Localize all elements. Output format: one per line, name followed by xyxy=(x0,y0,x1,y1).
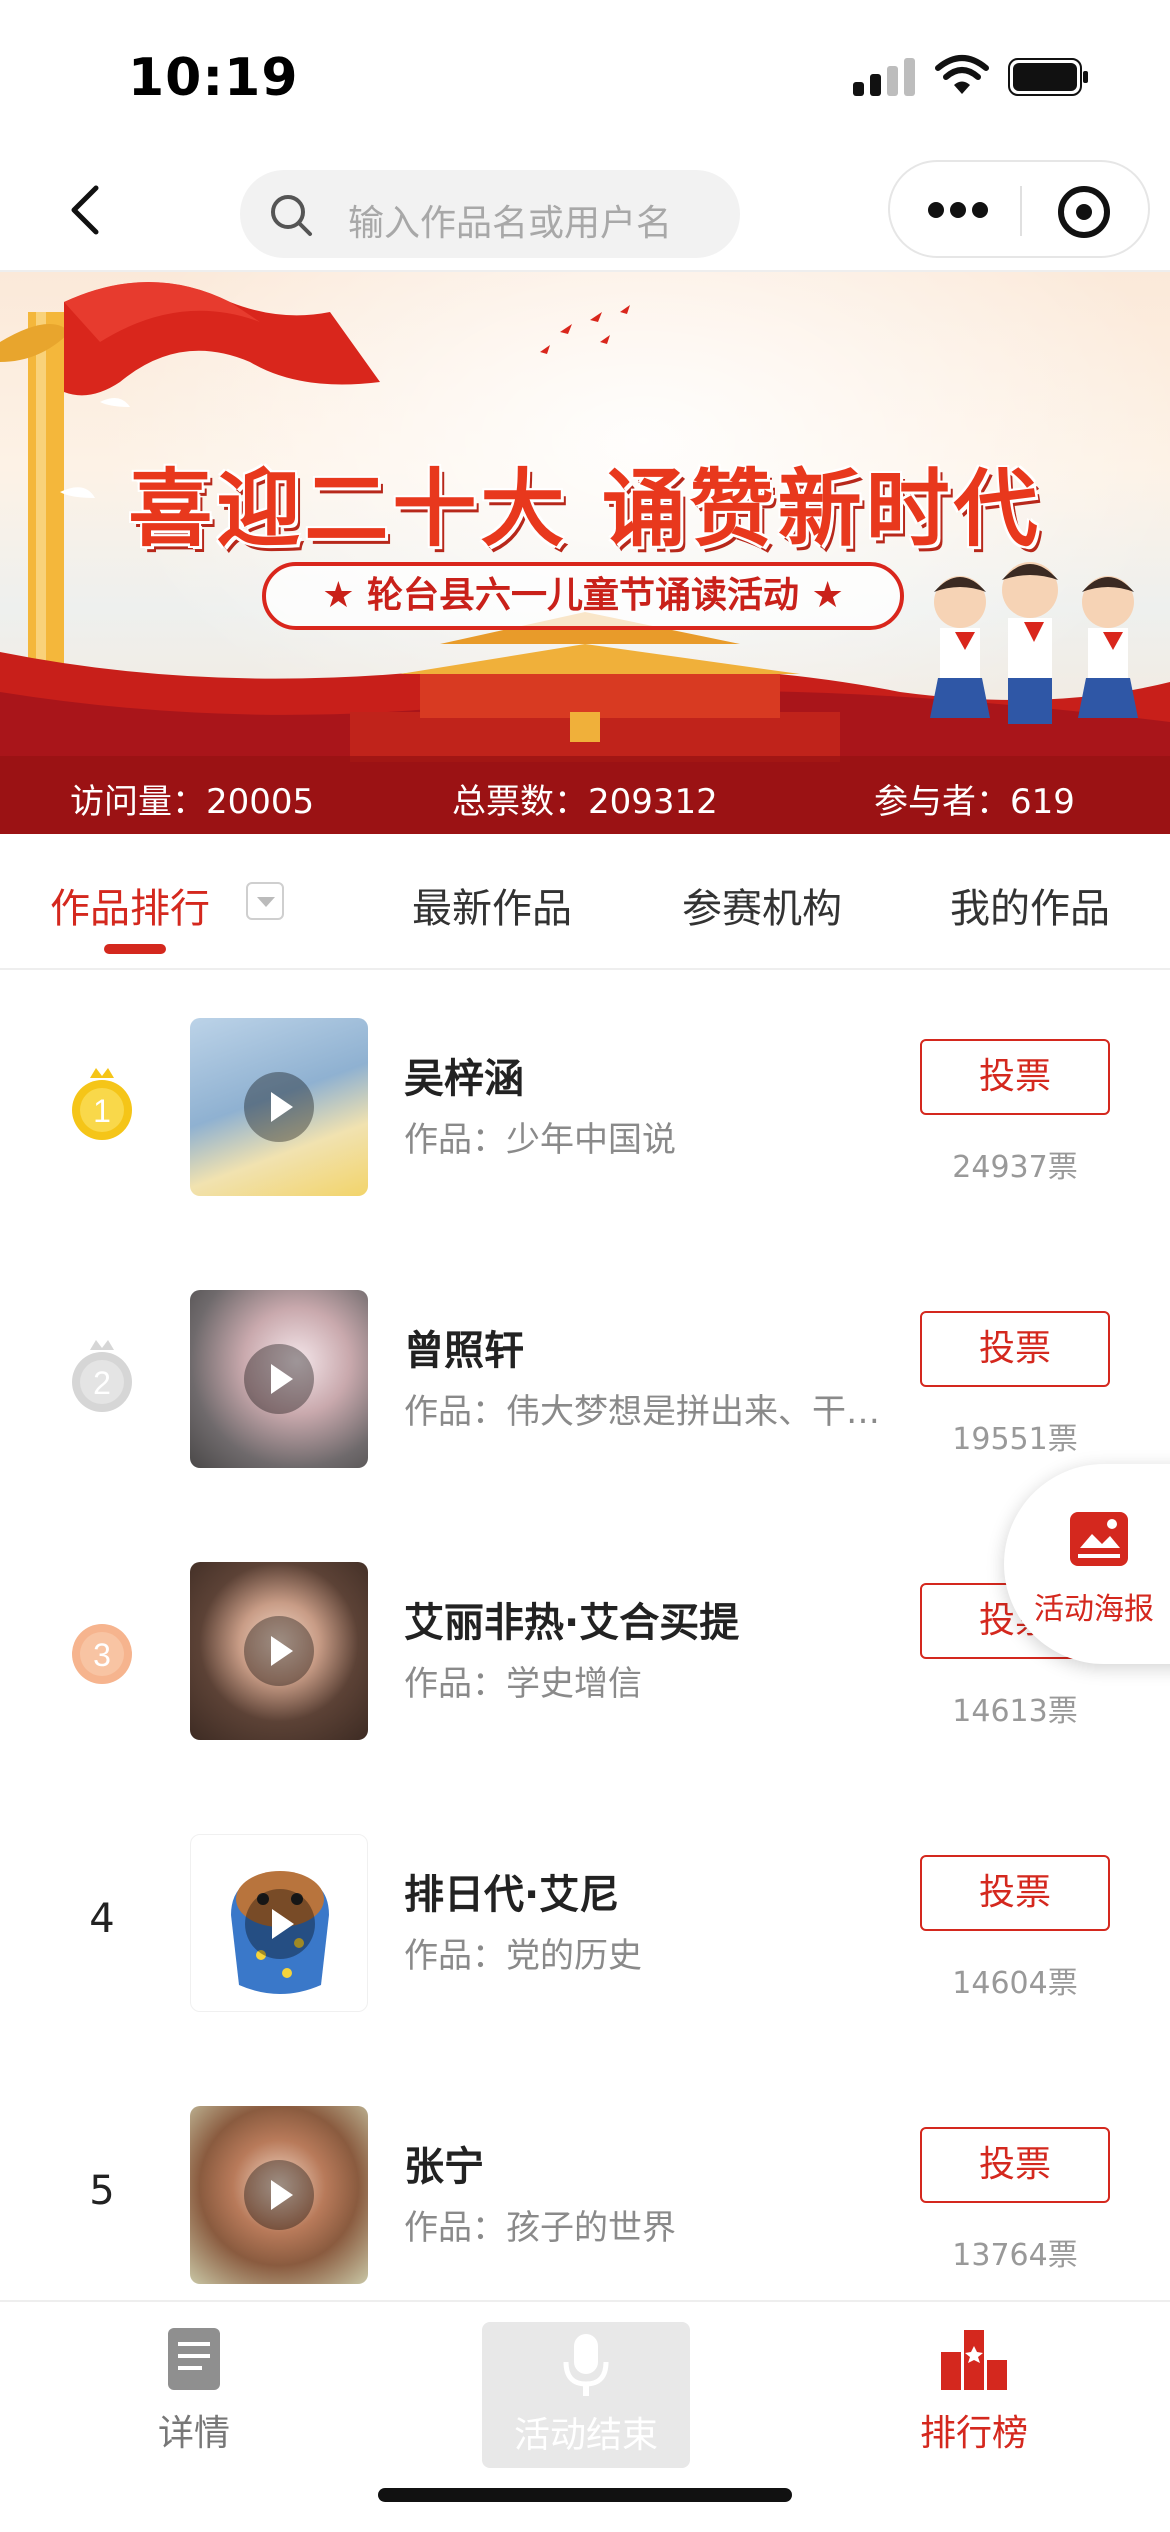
vote-count: 24937票 xyxy=(952,1150,1078,1185)
work-thumbnail[interactable] xyxy=(190,1018,368,1196)
ranking-list: 1 吴梓涵 作品：少年中国说 投票 24937票 2 曾照轩 作品：伟大梦想是拼… xyxy=(0,970,1170,2300)
total-votes: 总票数：209312 xyxy=(452,782,718,822)
vote-button[interactable]: 投票 xyxy=(920,1039,1110,1115)
banner-subtitle: ★ 轮台县六一儿童节诵读活动 ★ xyxy=(262,562,904,630)
tab-latest[interactable]: 最新作品 xyxy=(412,876,572,934)
participant-name: 吴梓涵 xyxy=(404,1056,524,1102)
microphone-icon xyxy=(563,2334,609,2396)
work-title: 作品：伟大梦想是拼出来、干… xyxy=(404,1392,880,1432)
record-button[interactable]: 活动结束 xyxy=(482,2322,690,2468)
play-icon[interactable] xyxy=(244,1072,314,1142)
capsule-divider xyxy=(1020,186,1022,236)
play-icon[interactable] xyxy=(244,2160,314,2230)
silver-medal-icon: 2 xyxy=(72,1340,132,1412)
participant-count: 参与者：619 xyxy=(874,782,1075,822)
nav-bar: 输入作品名或用户名 xyxy=(0,150,1170,272)
vote-button[interactable]: 投票 xyxy=(920,1311,1110,1387)
banner-title: 喜迎二十大 诵赞新时代 xyxy=(128,460,1042,558)
list-item[interactable]: 4 排日代·艾尼 作品：党的历史 投票 14604票 xyxy=(0,1786,1170,2058)
tab-organizations[interactable]: 参赛机构 xyxy=(682,876,842,934)
document-icon xyxy=(168,2328,220,2390)
participant-name: 张宁 xyxy=(404,2144,484,2190)
ranking-tab[interactable]: 排行榜 xyxy=(874,2326,1074,2456)
search-placeholder: 输入作品名或用户名 xyxy=(348,203,673,244)
svg-text:1: 1 xyxy=(93,1093,111,1129)
tab-indicator xyxy=(104,944,166,954)
poster-label: 活动海报 xyxy=(1034,1592,1154,1627)
gold-medal-icon: 1 xyxy=(72,1068,132,1140)
page: 10:19 输入作品名或用户名 喜迎二十大 诵赞新时代 ★ 轮台县六一儿童节诵读… xyxy=(0,0,1170,2532)
status-time: 10:19 xyxy=(128,48,299,108)
participant-name: 曾照轩 xyxy=(404,1328,524,1374)
vote-count: 13764票 xyxy=(952,2238,1078,2273)
search-icon xyxy=(271,195,312,236)
list-item[interactable]: 2 曾照轩 作品：伟大梦想是拼出来、干… 投票 19551票 xyxy=(0,1242,1170,1514)
more-icon[interactable] xyxy=(928,202,988,220)
work-thumbnail[interactable] xyxy=(190,1834,368,2012)
play-icon[interactable] xyxy=(245,1889,315,1959)
status-bar: 10:19 xyxy=(0,0,1170,150)
participant-name: 艾丽非热·艾合买提 xyxy=(404,1600,740,1646)
work-title: 作品：少年中国说 xyxy=(404,1120,676,1160)
work-thumbnail[interactable] xyxy=(190,1562,368,1740)
vote-count: 19551票 xyxy=(952,1422,1078,1457)
record-label: 活动结束 xyxy=(513,2415,658,2456)
home-indicator xyxy=(378,2488,792,2502)
details-label: 详情 xyxy=(157,2413,230,2454)
work-thumbnail[interactable] xyxy=(190,1290,368,1468)
details-tab[interactable]: 详情 xyxy=(94,2326,294,2456)
vote-button[interactable]: 投票 xyxy=(920,1855,1110,1931)
svg-text:3: 3 xyxy=(93,1637,111,1673)
wifi-icon xyxy=(935,55,989,94)
rank-number: 4 xyxy=(89,1896,115,1942)
bronze-medal-icon: 3 xyxy=(72,1624,132,1684)
participant-name: 排日代·艾尼 xyxy=(404,1872,620,1918)
tab-my-works[interactable]: 我的作品 xyxy=(950,876,1110,934)
activity-banner: 喜迎二十大 诵赞新时代 ★ 轮台县六一儿童节诵读活动 ★ 访问量：20005 总… xyxy=(0,272,1170,834)
mini-program-capsule xyxy=(888,160,1150,258)
work-title: 作品：党的历史 xyxy=(404,1936,642,1976)
back-arrow-icon[interactable] xyxy=(52,174,124,246)
poster-image-icon xyxy=(1070,1512,1128,1566)
vote-button[interactable]: 投票 xyxy=(920,2127,1110,2203)
tab-bar: 作品排行 最新作品 参赛机构 我的作品 xyxy=(0,834,1170,970)
battery-icon xyxy=(1008,58,1088,96)
rank-number: 5 xyxy=(89,2168,115,2214)
play-icon[interactable] xyxy=(244,1344,314,1414)
ranking-icon xyxy=(941,2330,1007,2390)
list-item[interactable]: 5 张宁 作品：孩子的世界 投票 13764票 xyxy=(0,2058,1170,2300)
svg-text:2: 2 xyxy=(93,1365,111,1401)
stats-bar: 访问量：20005 总票数：209312 参与者：619 xyxy=(0,756,1170,834)
work-title: 作品：孩子的世界 xyxy=(404,2208,676,2248)
work-title: 作品：学史增信 xyxy=(404,1664,642,1704)
search-input[interactable]: 输入作品名或用户名 xyxy=(240,170,740,258)
ranking-label: 排行榜 xyxy=(919,2413,1028,2454)
vote-count: 14604票 xyxy=(952,1966,1078,2001)
close-mini-program-icon[interactable] xyxy=(1058,186,1110,238)
list-item[interactable]: 1 吴梓涵 作品：少年中国说 投票 24937票 xyxy=(0,970,1170,1242)
tab-ranking[interactable]: 作品排行 xyxy=(50,876,210,934)
list-item[interactable]: 3 艾丽非热·艾合买提 作品：学史增信 投票 14613票 xyxy=(0,1514,1170,1786)
vote-count: 14613票 xyxy=(952,1694,1078,1729)
visit-count: 访问量：20005 xyxy=(70,782,315,822)
cellular-signal-icon xyxy=(853,56,915,96)
play-icon[interactable] xyxy=(244,1616,314,1686)
work-thumbnail[interactable] xyxy=(190,2106,368,2284)
dropdown-icon[interactable] xyxy=(246,882,284,920)
